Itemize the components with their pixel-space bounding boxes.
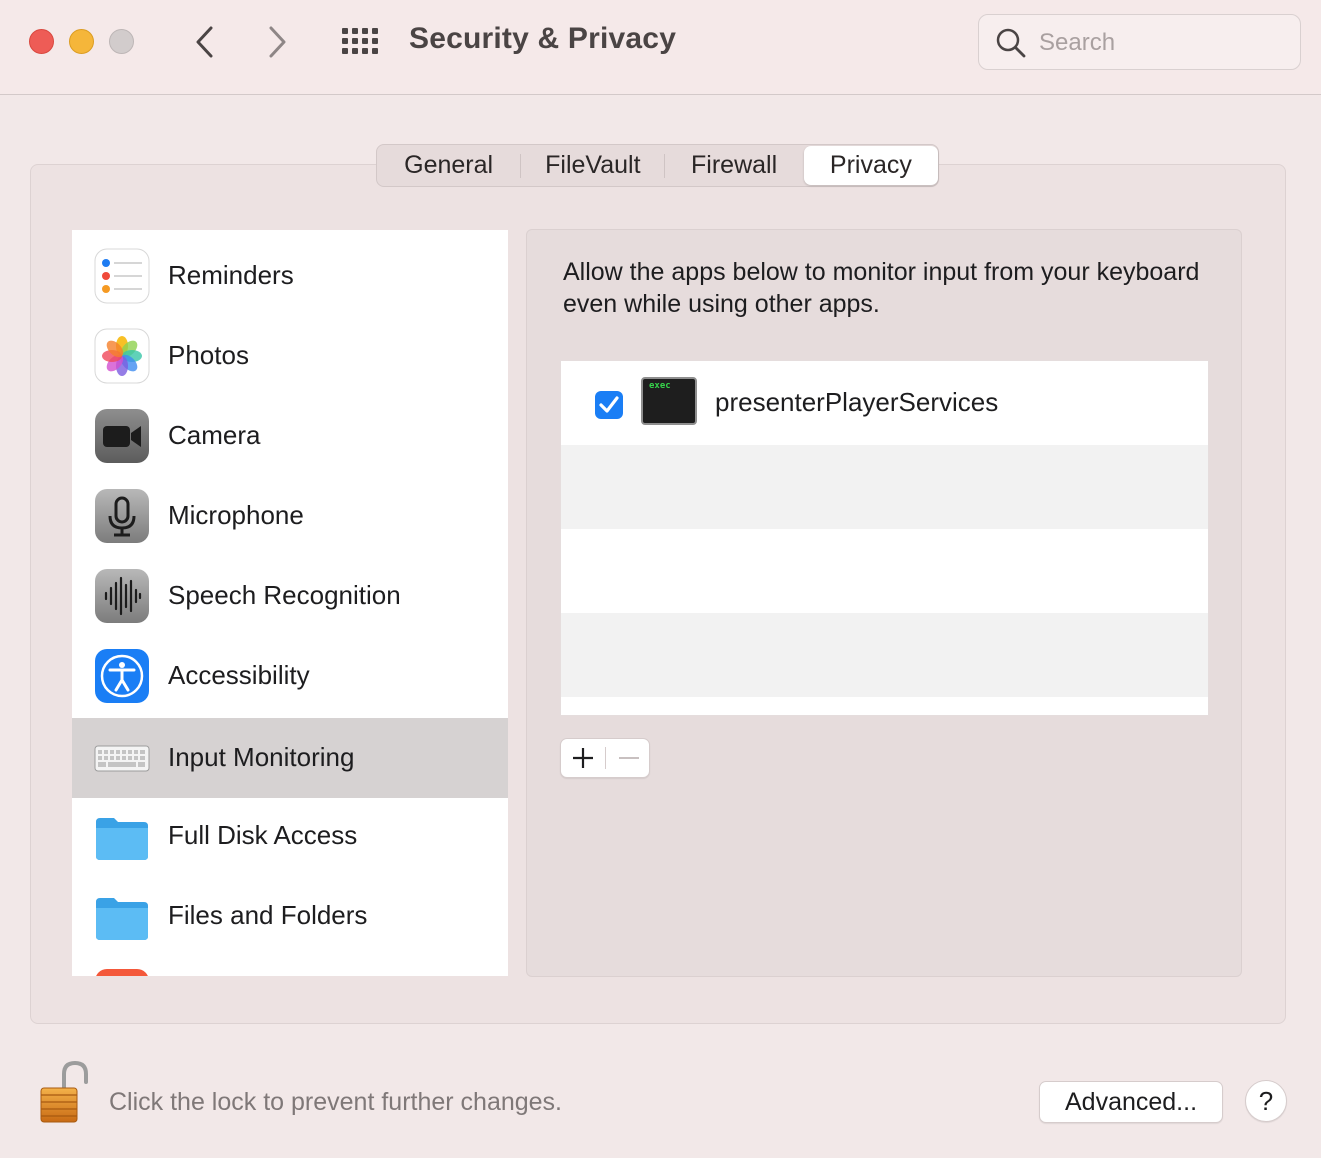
sidebar-item-label: Reminders	[168, 260, 294, 290]
app-enabled-checkbox[interactable]	[595, 391, 623, 419]
terminal-exec-icon: exec	[641, 377, 697, 425]
camera-icon	[95, 409, 149, 463]
tab-firewall[interactable]: Firewall	[665, 146, 802, 185]
search-field[interactable]	[978, 14, 1301, 70]
search-input[interactable]	[1039, 25, 1279, 61]
app-icon	[96, 969, 148, 976]
sidebar-item-accessibility[interactable]: Accessibility	[72, 636, 508, 716]
sidebar-item-camera[interactable]: Camera	[72, 396, 508, 476]
tab-filevault[interactable]: FileVault	[521, 146, 664, 185]
sidebar-item-label: Microphone	[168, 500, 304, 530]
sidebar-item-input-monitoring[interactable]: Input Monitoring	[72, 718, 508, 798]
app-name: presenterPlayerServices	[715, 387, 999, 417]
folder-icon	[96, 818, 148, 860]
sidebar-item-files-and-folders[interactable]: Files and Folders	[72, 876, 508, 956]
sidebar-item-microphone[interactable]: Microphone	[72, 476, 508, 556]
speech-recognition-icon	[95, 569, 149, 623]
accessibility-icon	[95, 649, 149, 703]
sidebar-item-photos[interactable]: Photos	[72, 316, 508, 396]
remove-app-button	[607, 739, 651, 777]
empty-row	[561, 613, 1208, 697]
control-divider	[605, 747, 606, 769]
sidebar-item-reminders[interactable]: Reminders	[72, 236, 508, 316]
sidebar-item-label: Accessibility	[168, 660, 310, 690]
privacy-category-list[interactable]: Reminders Photos Camera Microphone Speec…	[72, 230, 508, 976]
sidebar-item-label: Full Disk Access	[168, 820, 358, 850]
keyboard-icon	[94, 745, 150, 772]
advanced-button[interactable]: Advanced...	[1039, 1081, 1223, 1123]
sidebar-item-label: Speech Recognition	[168, 580, 401, 610]
tab-privacy[interactable]: Privacy	[803, 146, 939, 185]
lock-status-text: Click the lock to prevent further change…	[109, 1088, 563, 1116]
list-item[interactable]: exec presenterPlayerServices	[561, 361, 1208, 445]
back-button[interactable]	[184, 22, 224, 62]
checkmark-icon	[599, 396, 619, 413]
sidebar-item-label: Input Monitoring	[168, 742, 355, 772]
sidebar-item-label: Files and Folders	[168, 900, 368, 930]
help-button[interactable]: ?	[1245, 1080, 1287, 1122]
minimize-window-button[interactable]	[69, 29, 94, 54]
input-monitoring-description: Allow the apps below to monitor input fr…	[563, 258, 1200, 318]
photos-icon	[94, 328, 150, 384]
chevron-right-icon	[269, 26, 286, 58]
sidebar-item-speech-recognition[interactable]: Speech Recognition	[72, 556, 508, 636]
forward-button[interactable]	[258, 22, 298, 62]
empty-row	[561, 529, 1208, 613]
title-bar: Security & Privacy	[0, 0, 1321, 95]
search-icon	[996, 28, 1026, 58]
add-app-button[interactable]	[561, 739, 605, 777]
folder-icon	[96, 898, 148, 940]
reminders-icon	[94, 248, 150, 304]
chevron-left-icon	[196, 26, 213, 58]
unlocked-padlock-icon[interactable]	[38, 1060, 90, 1124]
microphone-icon	[95, 489, 149, 543]
empty-row	[561, 445, 1208, 529]
sidebar-item-full-disk-access[interactable]: Full Disk Access	[72, 796, 508, 876]
sidebar-item-label: Photos	[168, 340, 249, 370]
minus-icon	[619, 757, 639, 759]
app-list[interactable]: exec presenterPlayerServices	[560, 360, 1209, 716]
tab-bar: General FileVault Firewall Privacy	[376, 144, 939, 187]
window-title: Security & Privacy	[409, 22, 677, 55]
close-window-button[interactable]	[29, 29, 54, 54]
add-remove-control	[560, 738, 650, 778]
plus-icon	[573, 748, 593, 768]
sidebar-item-next[interactable]	[72, 956, 508, 976]
zoom-window-button	[109, 29, 134, 54]
tab-general[interactable]: General	[377, 146, 520, 185]
sidebar-item-label: Camera	[168, 420, 261, 450]
show-all-grid-button[interactable]	[340, 24, 380, 60]
